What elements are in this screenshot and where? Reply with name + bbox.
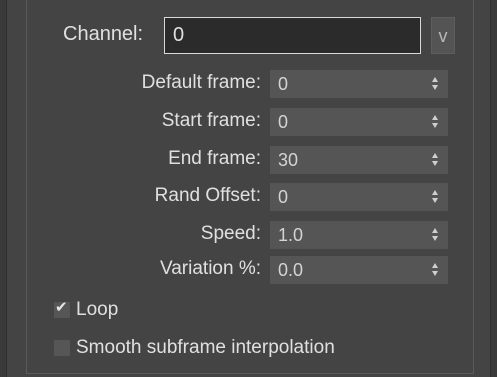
- variation-spinner[interactable]: 0.0: [270, 256, 448, 284]
- default-frame-value: 0: [278, 74, 289, 94]
- smooth-interpolation-label: Smooth subframe interpolation: [76, 337, 335, 358]
- speed-row: Speed: 1.0: [0, 221, 497, 249]
- spin-up-icon[interactable]: [432, 263, 438, 268]
- end-frame-spinner[interactable]: 30: [270, 146, 448, 174]
- default-frame-label: Default frame:: [141, 72, 261, 93]
- spinner-arrows-icon[interactable]: [432, 228, 439, 242]
- loop-checkbox[interactable]: ✔: [54, 299, 70, 318]
- speed-spinner[interactable]: 1.0: [270, 221, 448, 249]
- variation-row: Variation %: 0.0: [0, 256, 497, 284]
- spinner-arrows-icon[interactable]: [432, 77, 439, 91]
- channel-label: Channel:: [63, 23, 144, 45]
- default-frame-spinner[interactable]: 0: [270, 70, 448, 98]
- spin-up-icon[interactable]: [432, 153, 438, 158]
- start-frame-value: 0: [278, 112, 289, 132]
- speed-value: 1.0: [278, 225, 304, 245]
- start-frame-spinner[interactable]: 0: [270, 108, 448, 136]
- spin-down-icon[interactable]: [432, 85, 438, 90]
- spin-down-icon[interactable]: [432, 271, 438, 276]
- channel-input[interactable]: 0: [164, 17, 421, 54]
- start-frame-row: Start frame: 0: [0, 108, 497, 136]
- variation-value: 0.0: [278, 260, 304, 280]
- default-frame-row: Default frame: 0: [0, 70, 497, 98]
- spinner-arrows-icon[interactable]: [432, 263, 439, 277]
- rand-offset-spinner[interactable]: 0: [270, 183, 448, 211]
- animation-rollout: Channel: 0 v Default frame: 0 Start fram…: [0, 0, 497, 377]
- spin-up-icon[interactable]: [432, 115, 438, 120]
- spin-down-icon[interactable]: [432, 236, 438, 241]
- spin-up-icon[interactable]: [432, 77, 438, 82]
- spin-up-icon[interactable]: [432, 228, 438, 233]
- spin-down-icon[interactable]: [432, 198, 438, 203]
- channel-dropdown-button[interactable]: v: [431, 17, 455, 54]
- rand-offset-label: Rand Offset:: [154, 185, 261, 206]
- start-frame-label: Start frame:: [161, 110, 261, 131]
- end-frame-value: 30: [278, 150, 299, 170]
- spin-up-icon[interactable]: [432, 190, 438, 195]
- variation-label: Variation %:: [159, 258, 261, 279]
- spin-down-icon[interactable]: [432, 161, 438, 166]
- end-frame-row: End frame: 30: [0, 146, 497, 174]
- end-frame-label: End frame:: [168, 148, 261, 169]
- spinner-arrows-icon[interactable]: [432, 115, 439, 129]
- rand-offset-value: 0: [278, 187, 289, 207]
- checkmark-icon: ✔: [55, 299, 68, 316]
- spin-down-icon[interactable]: [432, 123, 438, 128]
- spinner-arrows-icon[interactable]: [432, 190, 439, 204]
- smooth-interpolation-checkbox[interactable]: [54, 340, 70, 356]
- rand-offset-row: Rand Offset: 0: [0, 183, 497, 211]
- spinner-arrows-icon[interactable]: [432, 153, 439, 167]
- loop-label: Loop: [76, 299, 119, 320]
- speed-label: Speed:: [200, 223, 261, 244]
- channel-input-value: 0: [173, 24, 185, 46]
